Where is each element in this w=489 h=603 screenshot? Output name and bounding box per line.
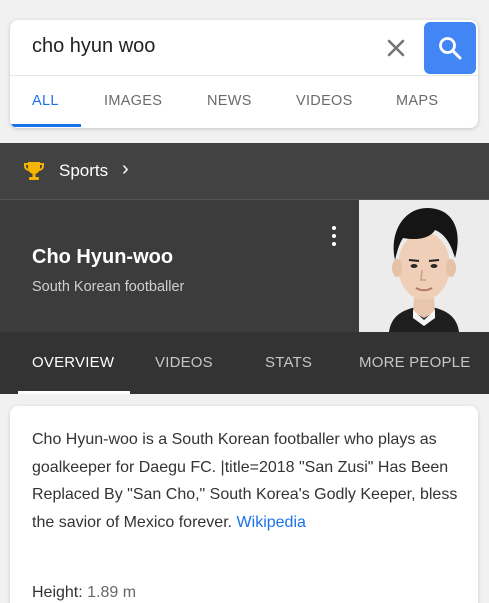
sports-label: Sports [59,161,109,180]
tab-videos[interactable]: VIDEOS [296,93,353,109]
search-icon [439,37,462,60]
search-button[interactable] [424,22,476,74]
more-options-button[interactable] [326,224,342,248]
tab-overview[interactable]: OVERVIEW [32,354,114,371]
height-fact: Height: 1.89 m [32,584,136,602]
tab-all[interactable]: ALL [32,93,59,109]
entity-tabs: OVERVIEW VIDEOS STATS MORE PEOPLE [0,332,489,394]
height-label: Height: [32,584,83,601]
tab-images[interactable]: IMAGES [104,93,162,109]
more-vert-icon [332,226,336,230]
search-card: cho hyun woo ALL IMAGES NEWS VIDEOS MAPS [10,20,478,128]
wikipedia-link[interactable]: Wikipedia [237,514,306,531]
active-tab-indicator [10,124,81,127]
tab-stats[interactable]: STATS [265,354,312,371]
player-portrait [359,200,489,332]
tab-more-people[interactable]: MORE PEOPLE [359,354,470,371]
clear-button[interactable] [382,34,410,62]
tab-videos-entity[interactable]: VIDEOS [155,354,213,371]
entity-photo[interactable] [359,200,489,332]
trophy-icon [24,162,44,180]
entity-title: Cho Hyun-woo [32,246,174,268]
search-input[interactable]: cho hyun woo [32,35,155,58]
tab-maps[interactable]: MAPS [396,93,438,109]
description-text: Cho Hyun-woo is a South Korean footballe… [32,426,462,536]
active-tab-indicator [18,391,130,394]
sports-link[interactable]: Sports › [0,143,489,199]
chevron-right-icon: › [122,158,129,180]
search-tabs: ALL IMAGES NEWS VIDEOS MAPS [10,76,478,128]
more-vert-dot [332,242,336,246]
height-value: 1.89 m [87,584,137,601]
entity-header: Cho Hyun-woo South Korean footballer [0,200,489,332]
tab-news[interactable]: NEWS [207,93,252,109]
more-vert-dot [332,234,336,238]
description-card: Cho Hyun-woo is a South Korean footballe… [10,406,478,603]
entity-subtitle: South Korean footballer [32,279,185,295]
search-bar: cho hyun woo [10,20,478,75]
close-icon [387,39,405,57]
